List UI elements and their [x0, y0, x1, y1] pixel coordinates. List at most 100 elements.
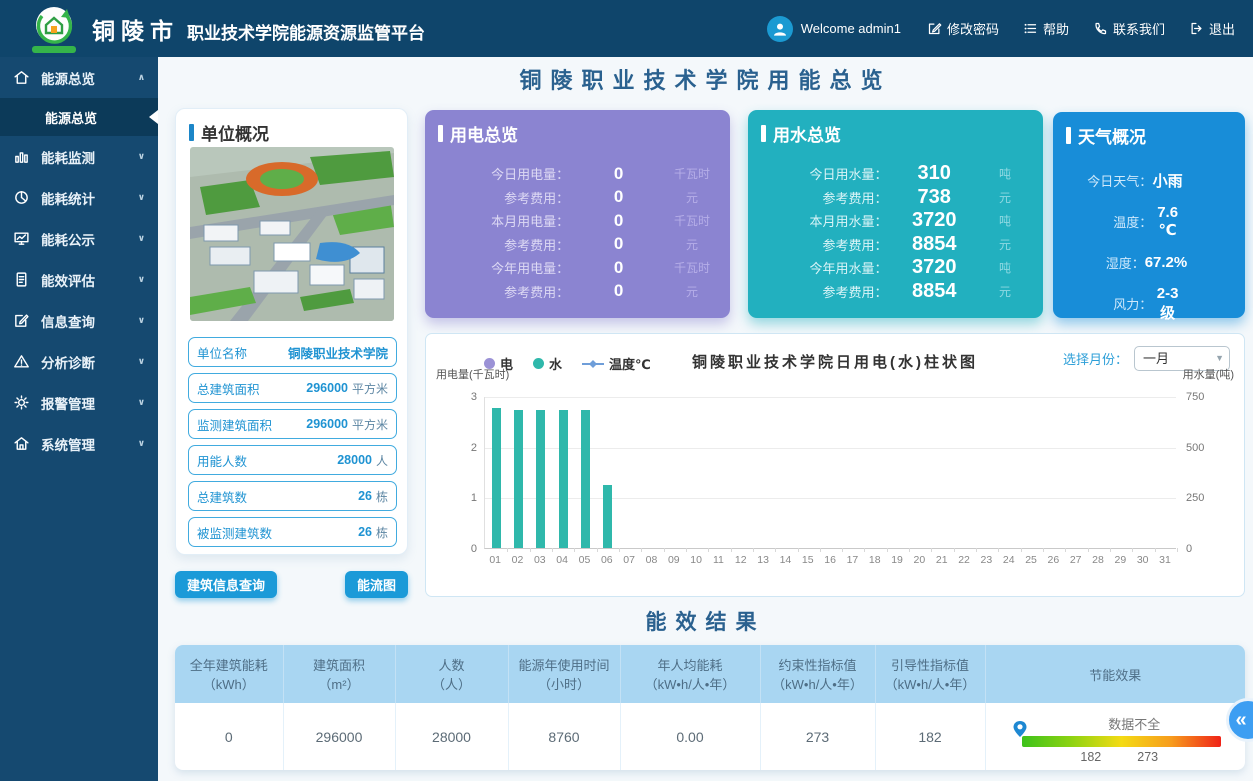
x-axis-tick — [597, 548, 598, 552]
header-action-label: 帮助 — [1043, 19, 1069, 38]
weather-row-value: 2-3级 — [1152, 285, 1183, 323]
x-axis-tick — [1043, 548, 1044, 552]
pie-chart-icon — [13, 189, 30, 206]
weather-row-value: 小雨 — [1152, 170, 1183, 191]
water-row-value: 3720 — [887, 256, 981, 279]
campus-aerial-image — [190, 147, 394, 321]
x-axis-tick — [708, 548, 709, 552]
table-row: 02960002800087600.00273182数据不全182273 — [175, 703, 1245, 770]
x-axis-label: 30 — [1132, 554, 1154, 566]
water-row-unit: 元 — [981, 189, 1029, 206]
table-header-cell: 人数（人） — [395, 645, 508, 703]
weather-row-value: 67.2% — [1145, 254, 1188, 271]
water-row-label: 参考费用： — [762, 188, 887, 207]
sidebar-item-system-management[interactable]: 系统管理∨ — [0, 423, 158, 464]
x-axis-label: 29 — [1109, 554, 1131, 566]
header-line2: （m²） — [284, 674, 395, 693]
legend-item-水[interactable]: 水 — [533, 354, 562, 373]
x-axis-tick — [1155, 548, 1156, 552]
app-logo — [0, 5, 92, 53]
header-action-change-password[interactable]: 修改密码 — [927, 19, 999, 38]
efficiency-table: 全年建筑能耗（kWh）建筑面积（m²）人数（人）能源年使用时间（小时）年人均能耗… — [175, 645, 1245, 770]
x-axis-tick — [976, 548, 977, 552]
water-bar-day-03 — [536, 410, 545, 548]
sidebar-item-energy-overview[interactable]: 能源总览∧ — [0, 57, 158, 98]
unit-card-title: 单位概况 — [176, 109, 407, 145]
sidebar-item-alarm-management[interactable]: 报警管理∨ — [0, 382, 158, 423]
title-bar-accent — [1066, 127, 1071, 144]
electricity-row-label: 本月用电量： — [439, 211, 569, 230]
sidebar-subitem-energy-overview-sub[interactable]: 能源总览 — [0, 98, 158, 136]
left-axis-label: 用电量(千瓦时) — [436, 366, 509, 382]
sidebar-item-label: 能耗监测 — [41, 147, 95, 167]
x-axis-tick — [1088, 548, 1089, 552]
header-action-help[interactable]: 帮助 — [1023, 19, 1069, 38]
sidebar-item-energy-statistics[interactable]: 能耗统计∨ — [0, 177, 158, 218]
sidebar-item-label: 信息查询 — [41, 311, 95, 331]
x-axis-tick — [909, 548, 910, 552]
electricity-row: 今年用电量：0千瓦时 — [425, 256, 730, 280]
water-row-unit: 元 — [981, 283, 1029, 300]
sidebar-item-label: 能耗统计 — [41, 188, 95, 208]
document-icon — [13, 271, 30, 288]
sidebar-item-label: 报警管理 — [41, 393, 95, 413]
sidebar-item-label: 能效评估 — [41, 270, 95, 290]
table-header-cell: 建筑面积（m²） — [283, 645, 395, 703]
x-axis-tick — [619, 548, 620, 552]
right-axis-tick: 0 — [1186, 543, 1192, 555]
weather-rows: 今日天气：小雨温度：7.6 ℃湿度：67.2%风力：2-3级 — [1053, 160, 1245, 324]
home-icon — [13, 69, 30, 86]
x-axis-label: 25 — [1020, 554, 1042, 566]
water-row: 参考费用：738元 — [748, 186, 1043, 210]
weather-row: 温度：7.6 ℃ — [1053, 201, 1245, 242]
efficiency-section-title: 能效结果 — [158, 606, 1253, 636]
user-icon — [772, 21, 788, 37]
x-axis-tick — [1021, 548, 1022, 552]
water-row: 参考费用：8854元 — [748, 280, 1043, 304]
x-axis-label: 08 — [640, 554, 662, 566]
x-axis-label: 23 — [975, 554, 997, 566]
electricity-row-value: 0 — [569, 187, 668, 207]
app-title: 铜陵市 职业技术学院能源资源监管平台 — [92, 12, 425, 46]
header-actions: 修改密码 帮助 联系我们 退出 — [927, 19, 1235, 38]
x-axis-label: 10 — [685, 554, 707, 566]
unit-field: 用能人数28000人 — [188, 445, 397, 475]
weather-row: 今日天气：小雨 — [1053, 160, 1245, 201]
header-line1: 人数 — [396, 655, 508, 674]
sidebar-item-info-query[interactable]: 信息查询∨ — [0, 300, 158, 341]
sidebar-item-analysis-diagnosis[interactable]: 分析诊断∨ — [0, 341, 158, 382]
sidebar-item-efficiency-evaluation[interactable]: 能效评估∨ — [0, 259, 158, 300]
building-info-query-button[interactable]: 建筑信息查询 — [175, 571, 277, 598]
electricity-row-label: 参考费用： — [439, 282, 569, 301]
electricity-card-title-text: 用电总览 — [450, 121, 518, 146]
water-row-value: 3720 — [887, 209, 981, 232]
sidebar-item-energy-monitoring[interactable]: 能耗监测 ∨ — [0, 136, 158, 177]
electricity-row-unit: 元 — [668, 189, 716, 206]
unit-field-value: 26 — [358, 525, 372, 539]
header-action-label: 修改密码 — [947, 19, 999, 38]
weather-card-title: 天气概况 — [1053, 112, 1245, 148]
legend-item-温度℃[interactable]: 温度℃ — [582, 354, 651, 373]
chart-x-labels: 0102030405060708091011121314151617181920… — [484, 554, 1176, 566]
water-card-title: 用水总览 — [748, 110, 1043, 146]
app-title-city: 铜陵市 — [92, 12, 179, 46]
x-axis-label: 21 — [931, 554, 953, 566]
electricity-row-label: 参考费用： — [439, 188, 569, 207]
x-axis-label: 01 — [484, 554, 506, 566]
chevron-down-icon: ∨ — [138, 151, 145, 162]
header-action-logout[interactable]: 退出 — [1189, 19, 1235, 38]
water-bar-day-01 — [492, 408, 501, 548]
x-axis-label: 11 — [707, 554, 729, 566]
electricity-row-value: 0 — [569, 258, 668, 278]
x-axis-label: 26 — [1042, 554, 1064, 566]
header-line1: 年人均能耗 — [621, 655, 760, 674]
x-axis-label: 09 — [663, 554, 685, 566]
sidebar-item-energy-publicity[interactable]: 能耗公示∨ — [0, 218, 158, 259]
chevron-down-icon: ∨ — [138, 438, 145, 449]
header-action-contact-us[interactable]: 联系我们 — [1093, 19, 1165, 38]
water-row-label: 参考费用： — [762, 282, 887, 301]
unit-field: 总建筑数26栋 — [188, 481, 397, 511]
weather-row-label: 温度： — [1067, 212, 1152, 231]
energy-flow-chart-button[interactable]: 能流图 — [345, 571, 408, 598]
saving-scale-high: 273 — [1137, 750, 1158, 764]
